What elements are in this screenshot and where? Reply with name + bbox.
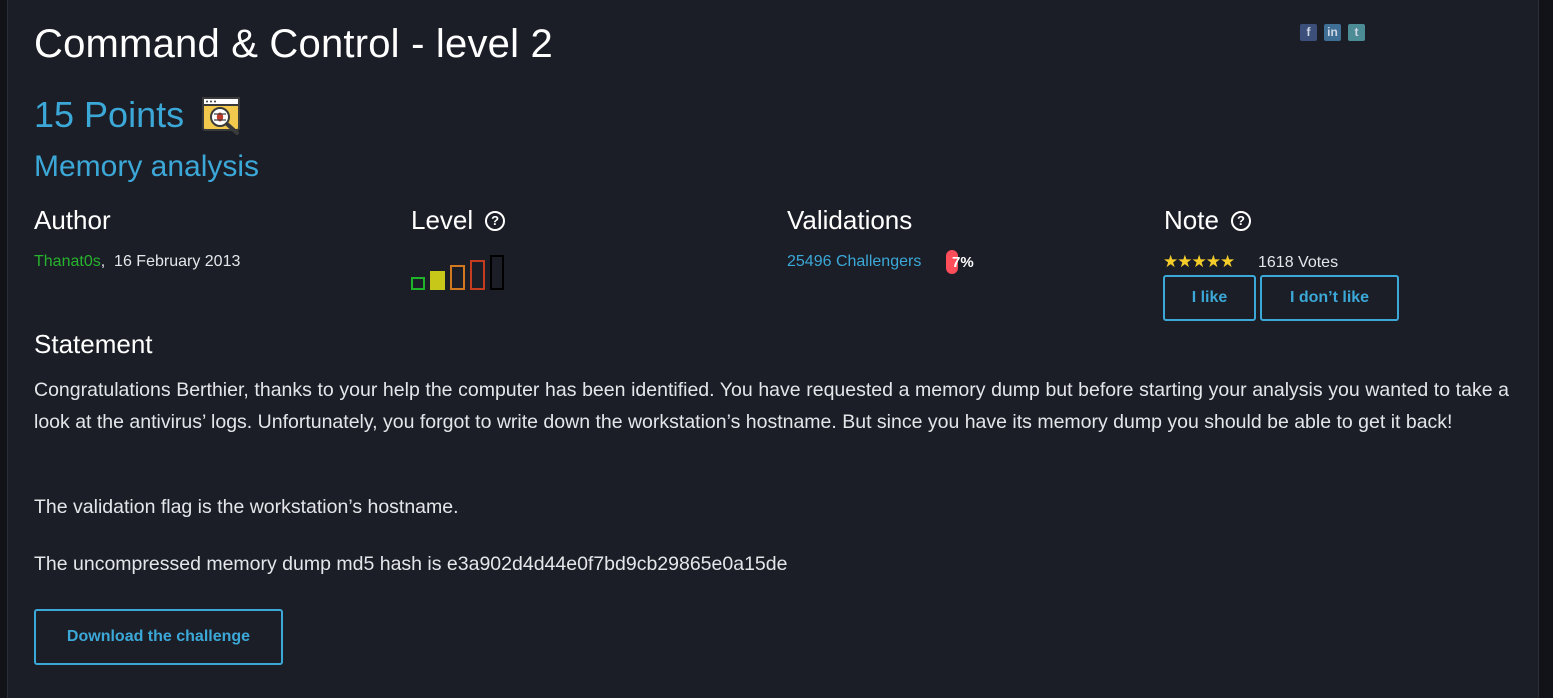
author-meta: Thanat0s, 16 February 2013 xyxy=(34,253,240,271)
statement-paragraph-2: The validation flag is the workstation’s… xyxy=(34,496,459,518)
note-section: Note? xyxy=(1164,205,1251,236)
difficulty-level-5[interactable] xyxy=(490,255,504,290)
difficulty-meter xyxy=(411,250,511,290)
statement-heading: Statement xyxy=(34,329,153,359)
validation-percentage: 7% xyxy=(946,250,986,274)
votes-count: 1618 Votes xyxy=(1258,254,1339,271)
difficulty-level-1[interactable] xyxy=(411,277,425,290)
download-challenge-button[interactable]: Download the challenge xyxy=(34,609,283,665)
challenge-title: Command & Control - level 2 xyxy=(34,22,553,66)
level-help-icon[interactable]: ? xyxy=(485,210,506,231)
note-help-icon[interactable]: ? xyxy=(1230,210,1251,231)
percentage-text: 7% xyxy=(952,254,974,271)
twitter-share-icon[interactable]: t xyxy=(1348,24,1365,41)
dislike-button[interactable]: I don’t like xyxy=(1260,275,1399,321)
author-date: , 16 February 2013 xyxy=(100,253,241,270)
challenge-category[interactable]: Memory analysis xyxy=(34,150,259,184)
level-heading: Level? xyxy=(411,205,506,236)
validations-heading: Validations xyxy=(787,205,913,235)
difficulty-level-4[interactable] xyxy=(470,260,485,290)
author-section: Author xyxy=(34,205,111,236)
points-value: 15 Points xyxy=(34,94,185,135)
linkedin-share-icon[interactable]: in xyxy=(1324,24,1341,41)
validations-section: Validations xyxy=(787,205,912,236)
challengers-link[interactable]: 25496 Challengers xyxy=(787,253,921,271)
difficulty-level-3[interactable] xyxy=(450,265,465,290)
level-section: Level? xyxy=(411,205,506,236)
facebook-share-icon[interactable]: f xyxy=(1300,24,1317,41)
like-button[interactable]: I like xyxy=(1163,275,1256,321)
bug-scan-icon xyxy=(202,97,241,135)
difficulty-level-2[interactable] xyxy=(430,271,445,290)
author-link[interactable]: Thanat0s xyxy=(34,253,101,270)
author-heading: Author xyxy=(34,205,111,235)
rating-stars-icon: ★★★★★ xyxy=(1163,252,1235,271)
share-links: f in t xyxy=(1300,24,1365,41)
points-row: 15 Points xyxy=(34,94,242,136)
statement-paragraph-3: The uncompressed memory dump md5 hash is… xyxy=(34,553,788,575)
statement-paragraph-1: Congratulations Berthier, thanks to your… xyxy=(34,379,1509,433)
note-heading: Note? xyxy=(1164,205,1251,236)
